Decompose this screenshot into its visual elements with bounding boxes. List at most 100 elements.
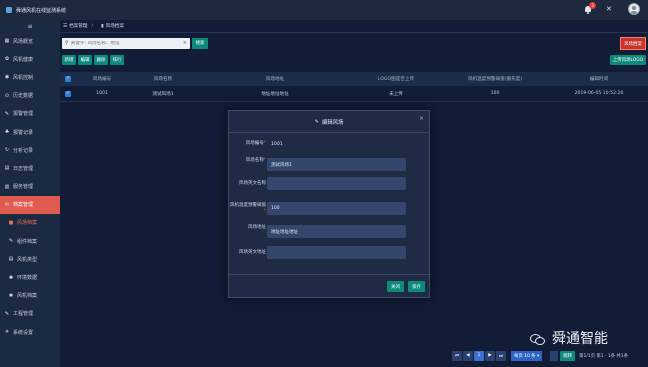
sidebar-item-14[interactable]: ✱ 风机档案 xyxy=(0,287,60,305)
watermark-text: 舜通智能 xyxy=(552,331,608,347)
server-icon: ▥ xyxy=(4,183,10,190)
page-size-select[interactable]: 每页 10 条 ▾ xyxy=(511,350,543,361)
field-archive-button[interactable]: 风场档案 xyxy=(620,37,646,50)
search-button[interactable]: 搜索 xyxy=(192,37,208,49)
table-row[interactable]: ✓ 1001 测试风场1 地址地址地址 未上传 100 2019-06-05 1… xyxy=(60,86,648,102)
search-bar: ⚲ × 搜索 xyxy=(60,37,648,49)
sidebar-item-label: 历史数据 xyxy=(13,93,34,100)
sidebar-item-15[interactable]: ✎ 工程管理 xyxy=(0,305,60,323)
sidebar-item-label: 风机健康 xyxy=(13,56,34,63)
sidebar-item-label: 服务管理 xyxy=(13,184,34,191)
add-button[interactable]: 新增 xyxy=(62,55,76,65)
clear-icon[interactable]: × xyxy=(183,40,187,46)
sidebar-item-11[interactable]: ✎ 组件档案 xyxy=(0,232,60,250)
environment-icon: ✺ xyxy=(8,274,14,281)
field-address-input[interactable]: 地址地址地址 xyxy=(267,225,406,238)
search-box: ⚲ × xyxy=(62,37,190,49)
column-header[interactable]: 风场名称 xyxy=(128,76,198,82)
prev-page-button[interactable]: ◀ xyxy=(463,350,473,361)
pagination-summary: 第1/1页 第1 - 1条 共1条 xyxy=(579,353,629,359)
gear-icon: ✿ xyxy=(4,56,10,63)
sidebar-item-12[interactable]: ▤ 风机类型 xyxy=(0,250,60,268)
form-row-field-english-address: 风场英文地址 xyxy=(229,246,431,259)
edit-field-modal: ✎ 编辑风场 × 风场编号* 1001 风场名称* 测试风场1 风场英文名称 风… xyxy=(228,110,431,298)
pagination: ⏮ ◀ 1 ▶ ⏭ 每页 10 条 ▾ 跳转 第1/1页 第1 - 1条 共1条 xyxy=(452,350,628,361)
column-header[interactable]: LOGO图是否上传 xyxy=(352,76,440,82)
control-icon: ◉ xyxy=(4,74,10,81)
sidebar-item-2[interactable]: ◉ 风机控制 xyxy=(0,68,60,86)
settings-icon: ✈ xyxy=(4,329,10,336)
next-page-button[interactable]: ▶ xyxy=(485,350,495,361)
table-cell: 2019-06-05 10:52:20 xyxy=(574,91,624,96)
sidebar-item-7[interactable]: ▤ 日志管理 xyxy=(0,159,60,177)
app-title: 舜通风机在线监测系统 xyxy=(16,7,67,14)
field-name-input[interactable]: 测试风场1 xyxy=(267,158,406,171)
edit-icon: ✎ xyxy=(314,118,319,125)
form-row-field-english-name: 风场英文名称 xyxy=(229,177,431,190)
sidebar-item-5[interactable]: ♣ 报警记录 xyxy=(0,123,60,141)
sidebar-item-1[interactable]: ✿ 风机健康 xyxy=(0,50,60,68)
field-english-address-input[interactable] xyxy=(267,246,406,259)
sidebar-item-16[interactable]: ✈ 系统设置 xyxy=(0,323,60,341)
sidebar-item-label: 工程管理 xyxy=(13,311,34,318)
sidebar-item-13[interactable]: ✺ 环境数据 xyxy=(0,268,60,286)
sidebar-item-0[interactable]: ▦ 风场概览 xyxy=(0,32,60,50)
search-input[interactable] xyxy=(70,40,181,46)
sidebar-item-9[interactable]: ✉ 档案管理 xyxy=(0,195,60,214)
breadcrumb: ☰ 档案管理 / ▮ 风场档案 xyxy=(60,20,648,33)
rank-button[interactable]: 排行 xyxy=(110,55,124,65)
breadcrumb-item-archive[interactable]: ☰ 档案管理 / xyxy=(63,23,95,30)
breadcrumb-item-fieldarchive[interactable]: ▮ 风场档案 xyxy=(101,23,124,30)
delete-button[interactable]: 删除 xyxy=(94,55,108,65)
field-english-name-input[interactable] xyxy=(267,177,406,190)
fullscreen-icon[interactable]: ✕ xyxy=(606,5,614,13)
go-page-button[interactable]: 跳转 xyxy=(560,350,576,361)
sidebar-item-3[interactable]: ⊙ 历史数据 xyxy=(0,87,60,105)
sidebar-item-label: 组件档案 xyxy=(17,238,38,245)
sidebar-item-label: 报警记录 xyxy=(13,129,34,136)
sidebar-item-6[interactable]: ↻ 分析记录 xyxy=(0,141,60,159)
save-button[interactable]: 保存 xyxy=(408,281,425,292)
row-checkbox[interactable]: ✓ xyxy=(65,90,71,97)
archive-icon: ✉ xyxy=(4,201,10,208)
notification-bell-icon[interactable]: 3 xyxy=(584,1,596,14)
column-header[interactable]: 风场地址 xyxy=(198,76,352,82)
close-icon[interactable]: × xyxy=(419,115,424,122)
last-page-button[interactable]: ⏭ xyxy=(496,350,506,361)
table-cell: 100 xyxy=(490,91,500,96)
sidebar-item-10[interactable]: ■ 风场档案 xyxy=(0,214,60,232)
sidebar-item-label: 环境数据 xyxy=(17,275,38,282)
menu-toggle-icon[interactable]: ≡ xyxy=(0,20,60,32)
select-all-checkbox[interactable]: ✓ xyxy=(65,76,71,82)
wechat-icon xyxy=(530,333,545,345)
column-header[interactable]: 编辑时间 xyxy=(550,76,648,82)
modal-title: 编辑风场 xyxy=(321,119,344,126)
form-row-field-name: 风场名称* 测试风场1 xyxy=(229,158,431,171)
user-avatar[interactable] xyxy=(628,3,640,15)
first-page-button[interactable]: ⏮ xyxy=(452,350,462,361)
sidebar-item-label: 风机档案 xyxy=(17,293,38,300)
table-cell: 地址地址地址 xyxy=(261,91,289,97)
upload-logo-button[interactable]: 上传风场LOGO xyxy=(610,55,646,65)
form-row-temp-threshold: 风机温度预警阈值* 100 xyxy=(229,202,431,215)
page-jump-input[interactable] xyxy=(550,350,559,361)
brand-watermark: 舜通智能 xyxy=(530,328,608,348)
close-button[interactable]: 关闭 xyxy=(387,281,404,292)
app-logo-icon xyxy=(6,7,12,13)
field-label: 风场地址 xyxy=(248,225,266,230)
grid-icon: ▦ xyxy=(4,38,10,45)
component-icon: ✎ xyxy=(8,238,14,245)
modal-header: ✎ 编辑风场 × xyxy=(229,111,429,133)
column-header[interactable]: 风机温度预警阈值(摄氏度) xyxy=(440,76,550,82)
field-id-value: 1001 xyxy=(271,141,283,147)
edit-button[interactable]: 编辑 xyxy=(78,55,92,65)
temp-threshold-input[interactable]: 100 xyxy=(267,202,406,215)
sidebar-item-8[interactable]: ▥ 服务管理 xyxy=(0,178,60,196)
page-number-button[interactable]: 1 xyxy=(474,350,484,361)
fan-icon: ✱ xyxy=(8,292,14,299)
toolbar: 新增 编辑 删除 排行 xyxy=(62,55,124,65)
column-header[interactable]: 风场编号 xyxy=(76,76,128,82)
sidebar-item-4[interactable]: ✎ 报警管理 xyxy=(0,105,60,123)
field-label: 风机温度预警阈值 xyxy=(230,202,266,208)
table-cell: 1001 xyxy=(96,91,108,96)
